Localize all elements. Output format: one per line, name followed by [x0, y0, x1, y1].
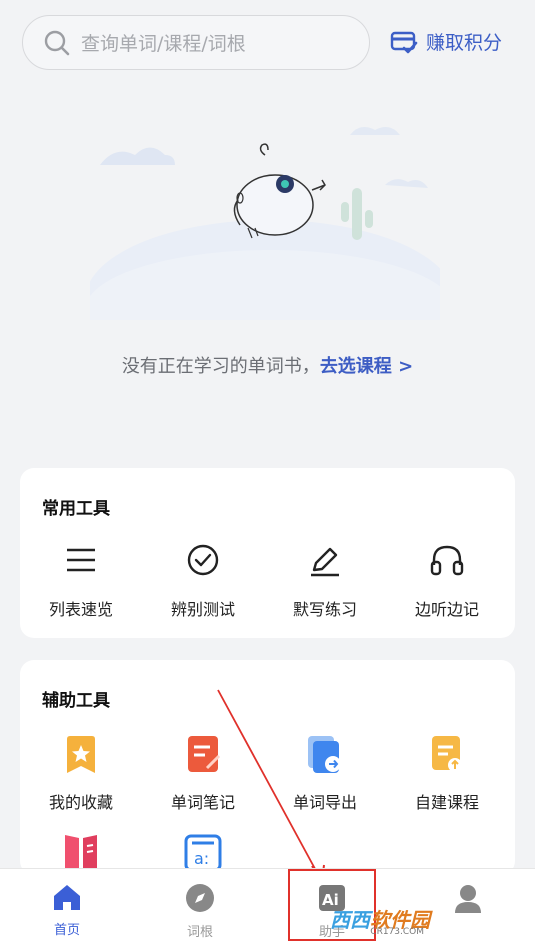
tool-identify-test[interactable]: 辨别测试	[142, 540, 264, 620]
note-edit-icon	[188, 736, 221, 772]
empty-state-text: 没有正在学习的单词书，	[121, 356, 320, 377]
tool-label: 单词导出	[292, 793, 357, 812]
tab-roots[interactable]: 词根	[150, 883, 250, 940]
empty-state-illustration	[90, 126, 440, 320]
tool-listen-learn[interactable]: 边听边记	[386, 540, 508, 620]
create-course-icon	[432, 736, 462, 772]
headphones-icon	[430, 545, 464, 576]
compass-icon	[186, 884, 214, 912]
word-card-icon: a:	[184, 834, 222, 872]
tool-label: 我的收藏	[48, 793, 113, 812]
tab-profile[interactable]	[418, 883, 518, 917]
earn-points-button[interactable]: 赚取积分	[390, 28, 502, 55]
tool-label: 边听边记	[414, 600, 479, 619]
home-icon	[54, 885, 80, 910]
watermark: 西西 软件园 CR173.COM	[330, 893, 430, 943]
watermark-sub: CR173.COM	[370, 927, 424, 937]
tool-label: 自建课程	[414, 793, 479, 812]
search-input[interactable]: 查询单词/课程/词根	[22, 15, 370, 70]
tool-create-course[interactable]: 自建课程	[386, 735, 508, 813]
list-icon	[67, 548, 95, 572]
star-bookmark-icon	[67, 736, 95, 773]
search-placeholder: 查询单词/课程/词根	[81, 33, 246, 55]
tool-word-notes[interactable]: 单词笔记	[142, 735, 264, 813]
svg-text:a:: a:	[194, 849, 209, 868]
tool-label: 单词笔记	[170, 793, 235, 812]
tab-label: 词根	[186, 925, 213, 940]
tool-book[interactable]	[20, 832, 142, 872]
top-bar: 查询单词/课程/词根 赚取积分	[0, 0, 535, 90]
tool-label: 列表速览	[48, 600, 113, 619]
aux-tools-title: 辅助工具	[42, 691, 110, 711]
profile-icon	[455, 885, 481, 913]
common-tools-card: 常用工具 列表速览 辨别测试 默写练习 边听边记	[20, 468, 515, 638]
tool-dictation[interactable]: 默写练习	[264, 540, 386, 620]
search-icon	[44, 30, 70, 55]
tool-favorites[interactable]: 我的收藏	[20, 735, 142, 813]
tool-list-view[interactable]: 列表速览	[20, 540, 142, 620]
watermark-part1: 西西	[330, 907, 370, 932]
choose-course-link[interactable]: 去选课程 >	[320, 356, 413, 377]
aux-tools-card: 辅助工具 我的收藏 单词笔记 单词导出 自建课程 a:	[20, 660, 515, 875]
pencil-icon	[311, 547, 339, 577]
tool-export-words[interactable]: 单词导出	[264, 735, 386, 813]
check-circle-icon	[187, 544, 219, 576]
empty-state-message: 没有正在学习的单词书，去选课程 >	[0, 352, 535, 378]
tab-label: 首页	[53, 923, 80, 938]
tool-word-card[interactable]: a:	[142, 832, 264, 872]
bottom-tab-bar: 首页 词根 Ai 助手	[0, 868, 535, 951]
card-check-icon	[390, 31, 418, 53]
tool-label: 辨别测试	[170, 600, 235, 619]
earn-points-label: 赚取积分	[426, 32, 503, 54]
tab-home[interactable]: 首页	[17, 883, 117, 938]
common-tools-title: 常用工具	[42, 499, 110, 519]
book-icon	[65, 835, 97, 872]
tool-label: 默写练习	[292, 600, 357, 619]
export-icon	[308, 736, 341, 773]
